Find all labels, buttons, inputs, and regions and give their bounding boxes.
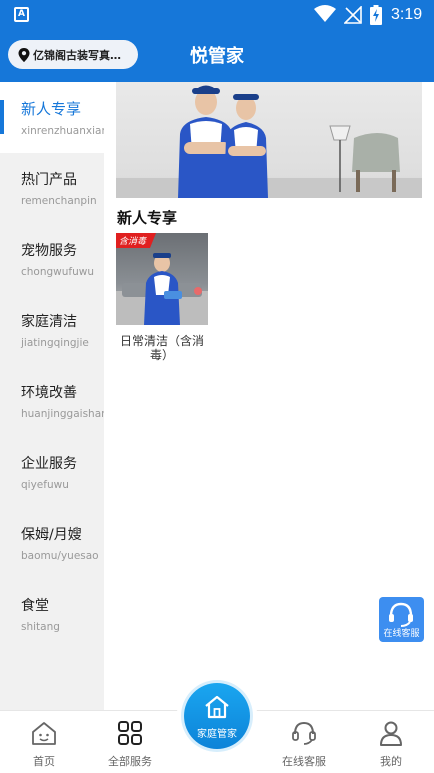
tab-label: 在线客服 <box>282 755 326 768</box>
app-header: 悦管家 亿锦阁古装写真… <box>0 30 434 82</box>
user-icon <box>380 721 402 746</box>
sidebar-item-pinyin: qiyefuwu <box>21 479 69 491</box>
location-pin-icon <box>18 47 30 62</box>
tab-mine[interactable]: 我的 <box>351 720 431 769</box>
floating-service-label: 在线客服 <box>383 629 420 639</box>
sidebar-item-label: 环境改善 <box>21 385 77 401</box>
sidebar-item-xinrenzhuanxiang[interactable]: 新人专享 xinrenzhuanxian <box>0 82 104 153</box>
sidebar-item-chongwufuwu[interactable]: 宠物服务 chongwufuwu <box>0 224 104 295</box>
sidebar-item-label: 企业服务 <box>21 456 77 472</box>
sidebar-item-remenchanpin[interactable]: 热门产品 remenchanpin <box>0 153 104 224</box>
sidebar-item-pinyin: xinrenzhuanxian <box>21 125 104 137</box>
sidebar-item-label: 宠物服务 <box>21 243 77 259</box>
sidebar-item-huanjinggaishan[interactable]: 环境改善 huanjinggaishan <box>0 366 104 437</box>
headset-icon <box>389 602 413 627</box>
status-time: 3:19 <box>391 6 423 23</box>
sidebar-item-baomu-yuesao[interactable]: 保姆/月嫂 baomu/yuesao <box>0 508 104 579</box>
grid-icon <box>118 721 142 745</box>
location-selector[interactable]: 亿锦阁古装写真… <box>8 40 138 69</box>
home-face-icon <box>32 722 56 745</box>
sidebar-item-qiyefuwu[interactable]: 企业服务 qiyefuwu <box>0 437 104 508</box>
tab-home[interactable]: 首页 <box>4 720 84 769</box>
sidebar-item-pinyin: huanjinggaishan <box>21 408 104 420</box>
headset-icon <box>292 721 316 745</box>
sidebar-item-pinyin: chongwufuwu <box>21 266 95 278</box>
sidebar-item-pinyin: shitang <box>21 621 60 633</box>
sidebar-item-label: 食堂 <box>21 598 49 614</box>
section-title: 新人专享 <box>117 209 178 227</box>
tab-home-butler[interactable]: 家庭管家 <box>184 683 250 749</box>
tab-customer-service[interactable]: 在线客服 <box>264 720 344 769</box>
sidebar-item-pinyin: jiatingqingjie <box>21 337 89 349</box>
wifi-icon <box>314 5 336 22</box>
sidebar-item-pinyin: baomu/yuesao <box>21 550 99 562</box>
house-icon <box>205 695 229 719</box>
center-button-label: 家庭管家 <box>197 729 237 740</box>
status-bar: A 3:19 <box>0 0 434 30</box>
sidebar-item-pinyin: remenchanpin <box>21 195 97 207</box>
floating-customer-service-button[interactable]: 在线客服 <box>379 597 424 642</box>
tab-label: 我的 <box>380 755 402 768</box>
sidebar-item-label: 保姆/月嫂 <box>21 527 82 543</box>
battery-charging-icon <box>370 5 382 25</box>
category-sidebar: 新人专享 xinrenzhuanxian 热门产品 remenchanpin 宠… <box>0 82 104 712</box>
product-name: 日常清洁（含消毒） <box>119 334 204 362</box>
sidebar-item-label: 热门产品 <box>21 172 77 188</box>
no-signal-icon <box>344 6 362 24</box>
tab-label: 全部服务 <box>108 755 152 768</box>
product-image: 含消毒 <box>116 233 208 325</box>
sidebar-item-label: 家庭清洁 <box>21 314 77 330</box>
location-text: 亿锦阁古装写真… <box>33 48 121 62</box>
promo-banner[interactable] <box>116 82 422 198</box>
disinfection-tag: 含消毒 <box>116 233 157 248</box>
sidebar-item-label: 新人专享 <box>21 100 82 118</box>
sidebar-item-shitang[interactable]: 食堂 shitang <box>0 579 104 650</box>
product-card[interactable]: 含消毒 日常清洁（含消毒） <box>116 233 208 362</box>
app-notification-icon: A <box>14 7 29 22</box>
sidebar-item-jiatingqingjie[interactable]: 家庭清洁 jiatingqingjie <box>0 295 104 366</box>
tab-all-services[interactable]: 全部服务 <box>90 720 170 769</box>
tab-label: 首页 <box>33 755 55 768</box>
banner-illustration <box>116 85 422 198</box>
